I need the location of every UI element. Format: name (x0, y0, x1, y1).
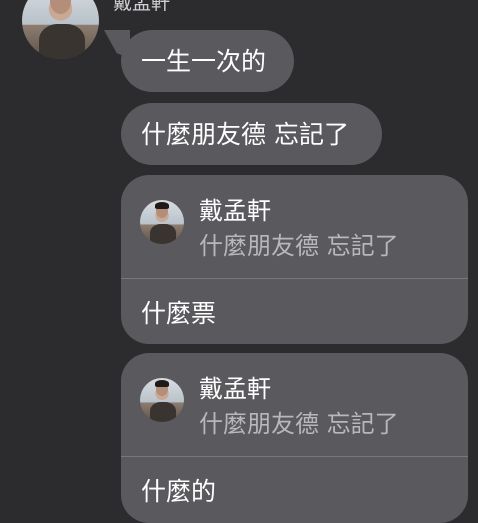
sender-avatar[interactable] (22, 0, 99, 59)
reply-text: 什麼的 (141, 477, 217, 506)
reply-divider (121, 278, 468, 279)
message-bubble[interactable]: 一生一次的 (121, 30, 294, 92)
reply-divider (121, 456, 468, 457)
message-bubble[interactable]: 什麼朋友德 忘記了 (121, 103, 382, 165)
quoted-avatar (140, 378, 184, 422)
quoted-avatar (140, 200, 184, 244)
reply-message-card[interactable]: 戴孟軒 什麼朋友德 忘記了 什麼的 (121, 353, 468, 523)
quoted-sender-name: 戴孟軒 (199, 375, 271, 403)
reply-text: 什麼票 (141, 299, 217, 328)
quoted-message-text: 什麼朋友德 忘記了 (199, 232, 399, 260)
quoted-message-text: 什麼朋友德 忘記了 (199, 410, 399, 438)
message-text: 一生一次的 (141, 47, 267, 76)
reply-message-card[interactable]: 戴孟軒 什麼朋友德 忘記了 什麼票 (121, 175, 468, 344)
message-text: 什麼朋友德 忘記了 (141, 120, 349, 149)
sender-name: 戴孟軒 (113, 0, 171, 14)
quoted-sender-name: 戴孟軒 (199, 197, 271, 225)
